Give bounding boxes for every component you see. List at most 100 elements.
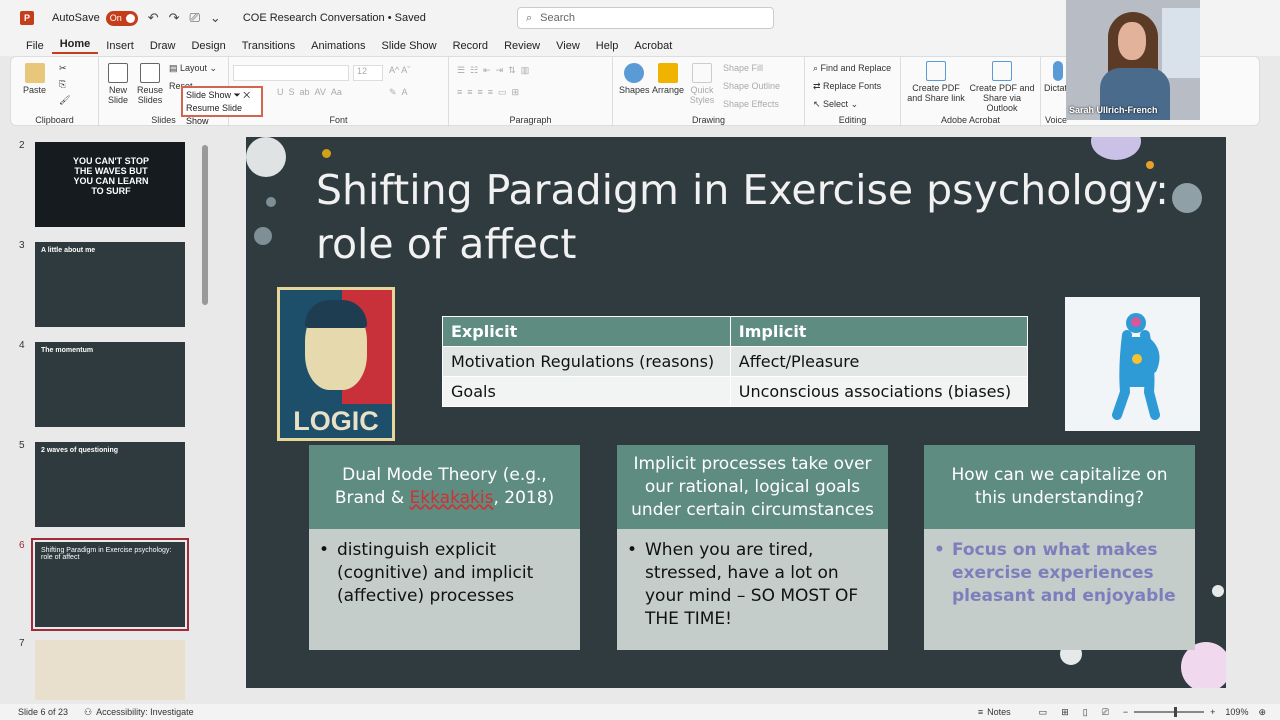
accessibility-status[interactable]: Accessibility: Investigate	[96, 707, 194, 717]
create-pdf-link-button[interactable]: Create PDF and Share link	[905, 61, 967, 103]
tab-review[interactable]: Review	[496, 40, 548, 52]
document-title[interactable]: COE Research Conversation • Saved	[243, 12, 426, 24]
reuse-slides-button[interactable]: Reuse Slides	[135, 63, 165, 105]
normal-view-icon[interactable]: ▭	[1039, 707, 1048, 718]
align-icons[interactable]: ≡ ≡ ≡ ≡ ▭ ⊞	[457, 87, 519, 98]
customize-qat-icon[interactable]: ⌄	[210, 10, 221, 26]
explicit-implicit-table: Explicit Implicit Motivation Regulations…	[442, 316, 1029, 407]
copy-icon[interactable]: ⎘	[59, 79, 66, 90]
create-pdf-outlook-button[interactable]: Create PDF and Share via Outlook	[967, 61, 1037, 113]
tab-slide-show[interactable]: Slide Show	[374, 40, 445, 52]
implicit-processes-box: Implicit processes take over our rationa…	[617, 445, 888, 650]
search-box[interactable]: ⌕ Search	[517, 7, 774, 29]
shape-fill-button[interactable]: Shape Fill	[723, 63, 763, 73]
thumbnail-slide-5[interactable]: 2 waves of questioning	[35, 442, 185, 527]
paragraph-group-label: Paragraph	[509, 115, 552, 125]
grow-font-icon[interactable]: A^ Aˇ	[389, 65, 410, 75]
font-format-icons[interactable]: U S ab AV Aa	[277, 87, 342, 97]
paste-button[interactable]: Paste	[23, 63, 46, 95]
new-slide-button[interactable]: New Slide	[103, 63, 133, 105]
tab-draw[interactable]: Draw	[142, 40, 184, 52]
cut-icon[interactable]: ✂	[59, 63, 67, 74]
slide-sorter-icon[interactable]: ⊞	[1061, 707, 1069, 718]
font-size-field[interactable]: 12	[353, 65, 383, 81]
present-icon[interactable]: ⎚	[190, 10, 200, 26]
zoom-in-icon[interactable]: +	[1210, 707, 1215, 717]
tab-animations[interactable]: Animations	[303, 40, 373, 52]
decor-bubble	[1212, 585, 1224, 597]
fit-to-window-icon[interactable]: ⊕	[1258, 707, 1266, 718]
zoom-out-icon[interactable]: −	[1123, 707, 1128, 717]
thumbnail-slide-4[interactable]: The momentum	[35, 342, 185, 427]
find-replace-button[interactable]: ⌕ Find and Replace	[813, 63, 891, 74]
bullets-icon[interactable]: ☰ ☷ ⇤ ⇥ ⇅ ▥	[457, 65, 529, 76]
thumbnail-slide-3[interactable]: A little about me	[35, 242, 185, 327]
pdf-link-icon	[926, 61, 946, 81]
thumb-title: A little about me	[41, 247, 96, 254]
layout-button[interactable]: ▤ Layout ⌄	[169, 63, 217, 74]
slideshow-view-icon[interactable]: ⎚	[1102, 707, 1109, 718]
thumbnail-scrollbar[interactable]	[202, 135, 208, 700]
editing-group: ⌕ Find and Replace ⇄ Replace Fonts ↖ Sel…	[805, 57, 901, 127]
redo-icon[interactable]: ↷	[169, 10, 180, 26]
paste-icon	[24, 63, 45, 83]
tab-file[interactable]: File	[18, 40, 52, 52]
thumb-title: 2 waves of questioning	[41, 447, 119, 454]
font-name-field[interactable]	[233, 65, 349, 81]
new-slide-icon	[108, 63, 128, 83]
decor-bubble	[1091, 137, 1141, 160]
table-header: Explicit	[442, 316, 731, 347]
slideshow-option[interactable]: Slide Show ⏷ ✕	[186, 89, 258, 102]
quick-styles-button[interactable]: Quick Styles	[685, 63, 719, 105]
tab-home[interactable]: Home	[51, 38, 99, 54]
thumbnail-slide-7[interactable]	[35, 640, 185, 700]
reading-view-icon[interactable]: ▯	[1083, 707, 1088, 718]
shape-effects-button[interactable]: Shape Effects	[723, 99, 779, 109]
video-feed: Sarah Ullrich-French	[1066, 0, 1200, 120]
scrollbar-thumb[interactable]	[202, 145, 208, 305]
box-body: • When you are tired, stressed, have a l…	[617, 529, 888, 650]
editing-group-label: Editing	[838, 115, 867, 125]
undo-icon[interactable]: ↶	[148, 10, 159, 26]
autosave-label: AutoSave	[52, 12, 100, 24]
table-cell: Unconscious associations (biases)	[729, 376, 1029, 407]
tab-help[interactable]: Help	[588, 40, 627, 52]
resume-slideshow-option[interactable]: Resume Slide Show	[186, 102, 258, 128]
tab-acrobat[interactable]: Acrobat	[626, 40, 680, 52]
layout-icon: ▤	[169, 63, 181, 73]
vertical-scrollbar[interactable]	[1260, 128, 1280, 704]
close-icon[interactable]: ✕	[243, 90, 250, 100]
arrange-button[interactable]: Arrange	[651, 63, 685, 95]
shapes-button[interactable]: Shapes	[619, 63, 650, 95]
format-painter-icon[interactable]: 🖌	[59, 95, 70, 106]
status-bar: Slide 6 of 23 ⚇ Accessibility: Investiga…	[0, 704, 1280, 720]
zoom-slider-thumb[interactable]	[1174, 707, 1178, 717]
tab-view[interactable]: View	[548, 40, 588, 52]
table-cell: Goals	[442, 376, 731, 407]
tab-insert[interactable]: Insert	[98, 40, 142, 52]
select-button[interactable]: ↖ Select ⌄	[813, 99, 858, 110]
thumb-title: YOU CAN'T STOP THE WAVES BUT YOU CAN LEA…	[73, 156, 149, 196]
notes-button[interactable]: Notes	[987, 707, 1011, 717]
microphone-icon	[1053, 61, 1063, 81]
box-heading: Implicit processes take over our rationa…	[617, 445, 888, 529]
thumbnail-slide-2[interactable]: YOU CAN'T STOP THE WAVES BUT YOU CAN LEA…	[35, 142, 185, 227]
shapes-icon	[624, 63, 644, 83]
tab-design[interactable]: Design	[183, 40, 233, 52]
thumb-title: Shifting Paradigm in Exercise psychology…	[41, 547, 172, 561]
autosave-toggle[interactable]: On	[105, 10, 138, 26]
current-slide[interactable]: Shifting Paradigm in Exercise psychology…	[246, 137, 1226, 688]
zoom-slider[interactable]	[1134, 707, 1205, 717]
replace-icon: ⇄	[813, 81, 824, 91]
slide-thumbnail-panel: 2 YOU CAN'T STOP THE WAVES BUT YOU CAN L…	[10, 128, 210, 704]
tab-transitions[interactable]: Transitions	[234, 40, 303, 52]
shape-outline-button[interactable]: Shape Outline	[723, 81, 780, 91]
video-window	[1162, 8, 1200, 78]
font-color-icon[interactable]: ✎ A	[389, 87, 408, 98]
tab-record[interactable]: Record	[445, 40, 496, 52]
find-icon: ⌕	[813, 63, 821, 73]
replace-fonts-button[interactable]: ⇄ Replace Fonts	[813, 81, 881, 92]
spock-logic-poster: LOGIC	[277, 287, 395, 441]
zoom-level[interactable]: 109%	[1225, 707, 1248, 717]
thumbnail-slide-6[interactable]: Shifting Paradigm in Exercise psychology…	[31, 538, 189, 631]
